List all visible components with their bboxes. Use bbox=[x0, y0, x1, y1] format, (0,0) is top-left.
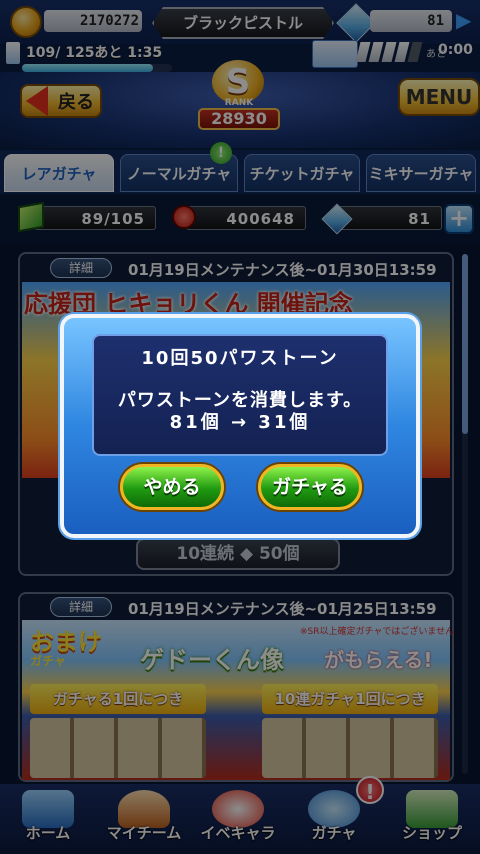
dialog-stone-change: 81個 → 31個 bbox=[169, 412, 311, 433]
gacha-confirm-button[interactable]: ガチャる bbox=[258, 464, 362, 510]
dialog-title: 10回50パワストーン bbox=[141, 348, 339, 369]
cancel-button[interactable]: やめる bbox=[120, 464, 224, 510]
